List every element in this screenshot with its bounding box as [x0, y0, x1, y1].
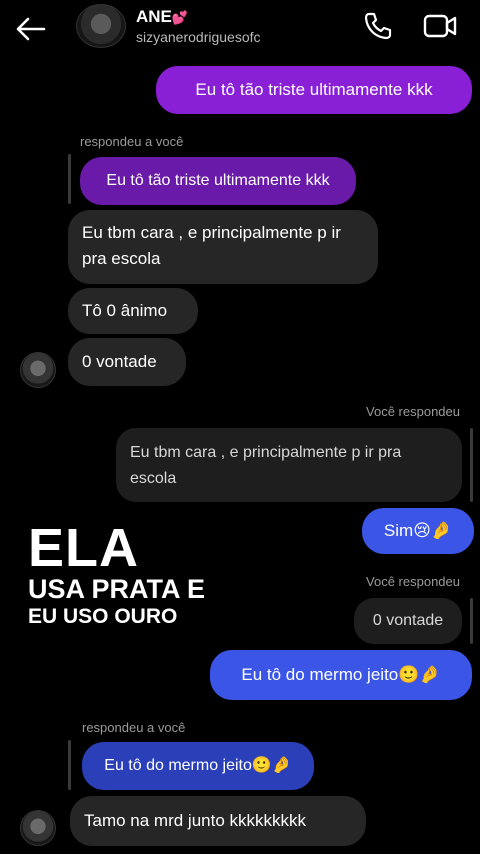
- quoted-message[interactable]: Eu tô tão triste ultimamente kkk: [80, 157, 356, 205]
- received-message[interactable]: Eu tbm cara , e principalmente p ir pra …: [68, 210, 378, 284]
- received-message[interactable]: Tô 0 ânimo: [68, 288, 198, 334]
- phone-icon[interactable]: [362, 10, 394, 42]
- overlay-subtitle: USA PRATA E: [28, 574, 206, 604]
- received-message[interactable]: 0 vontade: [68, 338, 186, 386]
- reply-indicator-bar: [470, 428, 473, 502]
- back-arrow-icon[interactable]: [14, 14, 48, 44]
- reply-indicator-bar: [68, 154, 71, 204]
- contact-username[interactable]: sizyanerodriguesofc: [136, 29, 261, 45]
- emoji: 🙂🤌: [398, 665, 441, 684]
- contact-avatar[interactable]: [76, 4, 126, 48]
- emoji: 🙂🤌: [251, 757, 292, 774]
- message-text: Eu tbm cara , e principalmente p ir pra …: [82, 223, 341, 268]
- sent-message[interactable]: Eu tô tão triste ultimamente kkk: [156, 66, 472, 114]
- you-replied-label: Você respondeu: [366, 404, 460, 419]
- message-text: Eu tô tão triste ultimamente kkk: [195, 80, 433, 99]
- quoted-text: Eu tô tão triste ultimamente kkk: [106, 172, 330, 189]
- reply-indicator-bar: [470, 598, 473, 644]
- message-text: Sim: [383, 521, 414, 540]
- reply-label: respondeu a você: [82, 720, 186, 735]
- contact-name[interactable]: ANE💕: [136, 7, 188, 27]
- sent-message[interactable]: Sim 😢🤌: [362, 508, 474, 554]
- message-text: 0 vontade: [82, 352, 157, 371]
- quoted-message[interactable]: 0 vontade: [354, 598, 462, 644]
- quoted-text: Eu tbm cara , e principalmente p ir pra …: [130, 444, 402, 487]
- quoted-text: 0 vontade: [372, 612, 444, 629]
- hearts-emoji: 💕: [171, 10, 189, 25]
- sent-message[interactable]: Eu tô do mermo jeito 🙂🤌: [210, 650, 472, 700]
- received-message[interactable]: Tamo na mrd junto kkkkkkkkk: [70, 796, 366, 846]
- message-text: Eu tô do mermo jeito: [241, 665, 399, 684]
- message-text: Tô 0 ânimo: [82, 301, 168, 320]
- video-icon[interactable]: [422, 10, 458, 42]
- quoted-message[interactable]: Eu tbm cara , e principalmente p ir pra …: [116, 428, 462, 502]
- you-replied-label: Você respondeu: [366, 574, 460, 589]
- message-text: Tamo na mrd junto kkkkkkkkk: [84, 811, 307, 830]
- overlay-caption: EU USO OURO: [28, 605, 178, 628]
- contact-avatar-small[interactable]: [20, 810, 56, 846]
- emoji: 😢🤌: [413, 521, 453, 540]
- quoted-text: Eu tô do mermo jeito: [104, 757, 252, 774]
- contact-avatar-small[interactable]: [20, 352, 56, 388]
- reply-indicator-bar: [68, 740, 71, 790]
- overlay-title: ELA: [28, 518, 139, 578]
- reply-label: respondeu a você: [80, 134, 184, 149]
- quoted-message[interactable]: Eu tô do mermo jeito 🙂🤌: [82, 742, 314, 790]
